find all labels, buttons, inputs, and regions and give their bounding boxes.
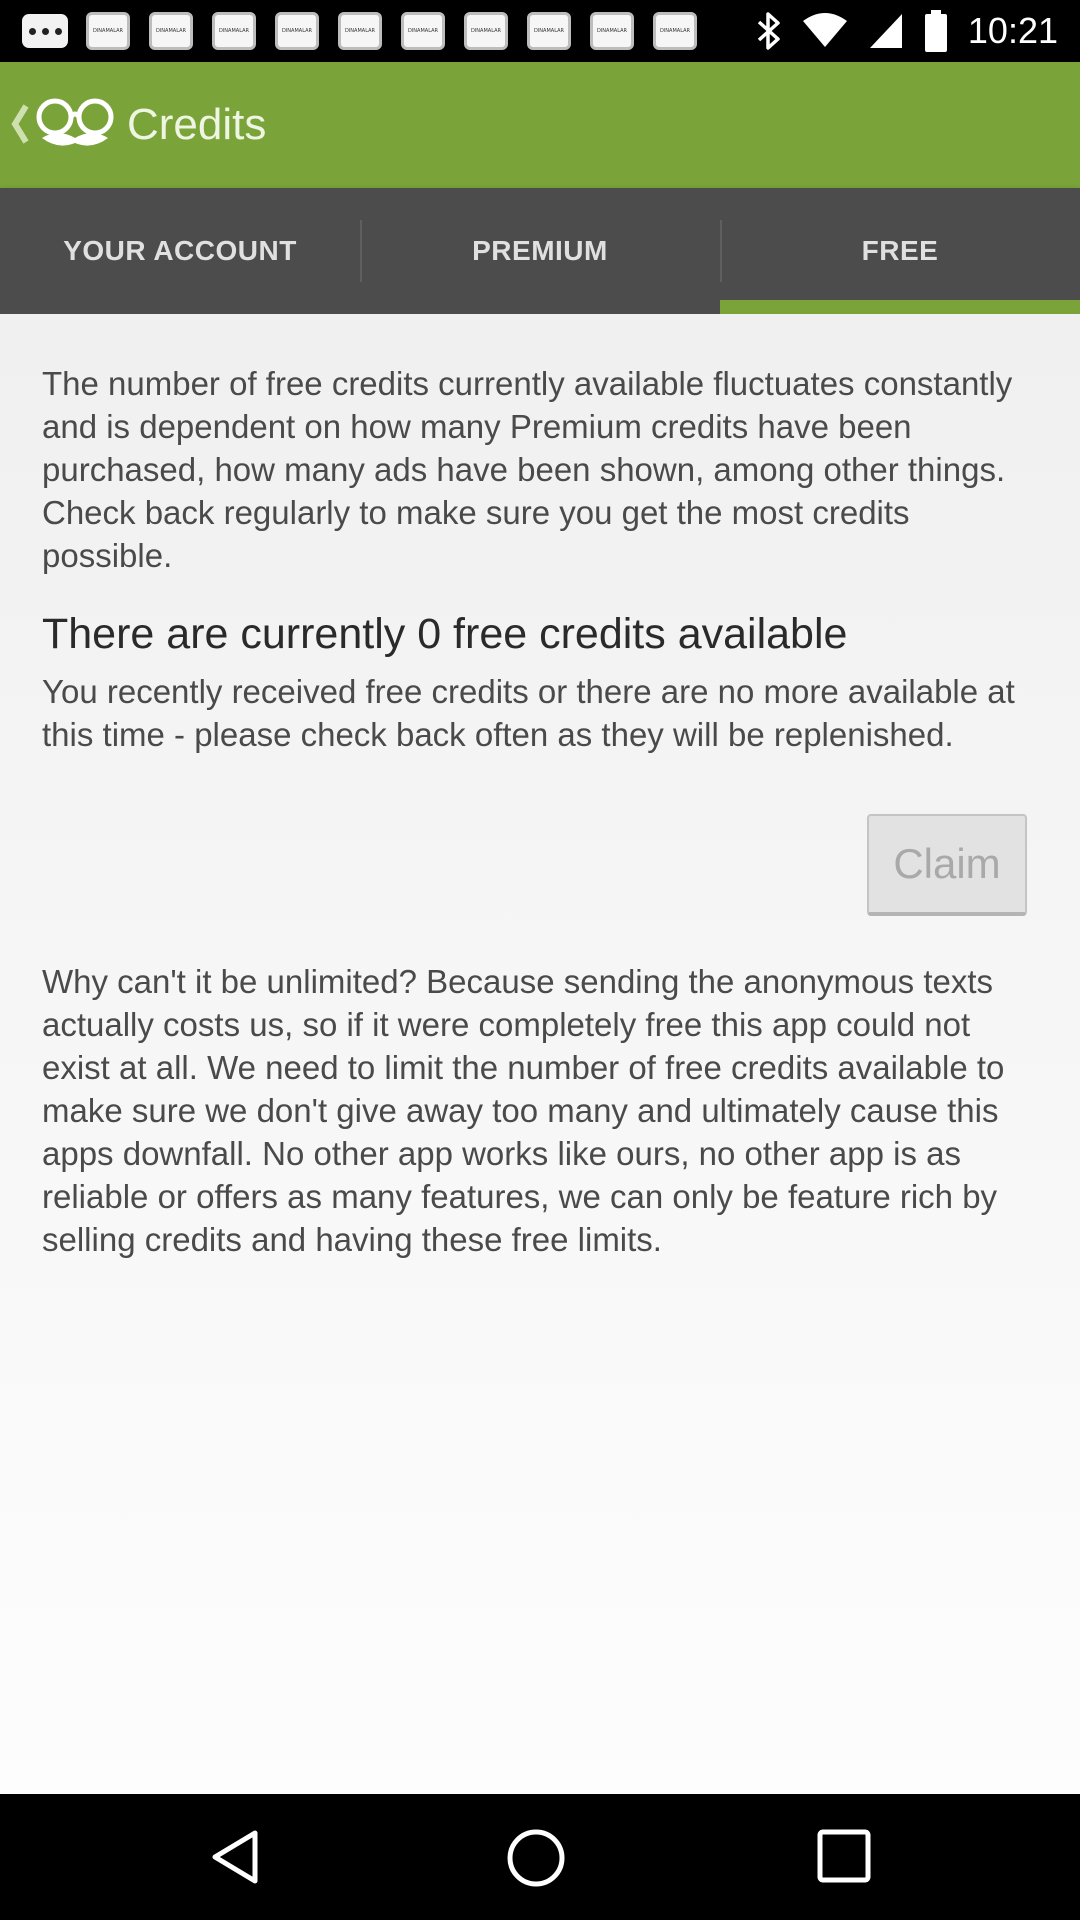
dinamalar-notification-icon: DINAMALAR [275, 12, 319, 50]
claim-button[interactable]: Claim [867, 814, 1027, 916]
clock: 10:21 [967, 10, 1058, 51]
tab-label: FREE [861, 235, 939, 266]
tab-bar: YOUR ACCOUNT PREMIUM FREE [0, 188, 1080, 314]
app-logo-icon[interactable] [34, 98, 116, 150]
app-bar: Credits [0, 62, 1080, 188]
dinamalar-notification-icon: DINAMALAR [86, 12, 130, 50]
home-circle-icon[interactable] [505, 1827, 567, 1889]
dinamalar-notification-icon: DINAMALAR [338, 12, 382, 50]
back-triangle-icon[interactable] [205, 1827, 265, 1887]
dinamalar-notification-icon: DINAMALAR [653, 12, 697, 50]
battery-icon [924, 10, 947, 52]
navigation-bar [0, 1794, 1080, 1920]
signal-icon [869, 14, 902, 48]
page-title: Credits [127, 100, 267, 149]
explanation-text: Why can't it be unlimited? Because sendi… [42, 963, 1005, 1258]
back-chevron-icon[interactable] [10, 102, 30, 146]
notification-icons: DINAMALAR DINAMALAR DINAMALAR DINAMALAR DINA… [86, 12, 716, 50]
status-message: You recently received free credits or th… [42, 673, 1015, 753]
dinamalar-notification-icon: DINAMALAR [527, 12, 571, 50]
free-credits-panel: The number of free credits currently ava… [0, 314, 1080, 1794]
active-tab-indicator [720, 300, 1080, 314]
system-icons: 10:21 [756, 0, 1058, 62]
bluetooth-icon [757, 12, 780, 50]
recent-square-icon[interactable] [815, 1827, 873, 1885]
tab-your-account[interactable]: YOUR ACCOUNT [0, 188, 360, 314]
dinamalar-notification-icon: DINAMALAR [149, 12, 193, 50]
dinamalar-notification-icon: DINAMALAR [590, 12, 634, 50]
credits-available-heading: There are currently 0 free credits avail… [42, 610, 848, 658]
more-icon [22, 14, 68, 48]
notification-area: DINAMALAR DINAMALAR DINAMALAR DINAMALAR DINA… [22, 12, 716, 50]
dinamalar-notification-icon: DINAMALAR [401, 12, 445, 50]
status-bar: DINAMALAR DINAMALAR DINAMALAR DINAMALAR DINA… [0, 0, 1080, 62]
tab-premium[interactable]: PREMIUM [360, 188, 720, 314]
tab-label: YOUR ACCOUNT [63, 235, 297, 266]
dinamalar-notification-icon: DINAMALAR [212, 12, 256, 50]
wifi-icon [802, 13, 847, 47]
tab-label: PREMIUM [472, 235, 608, 266]
tab-free[interactable]: FREE [720, 188, 1080, 314]
intro-text: The number of free credits currently ava… [42, 365, 1013, 574]
dinamalar-notification-icon: DINAMALAR [464, 12, 508, 50]
